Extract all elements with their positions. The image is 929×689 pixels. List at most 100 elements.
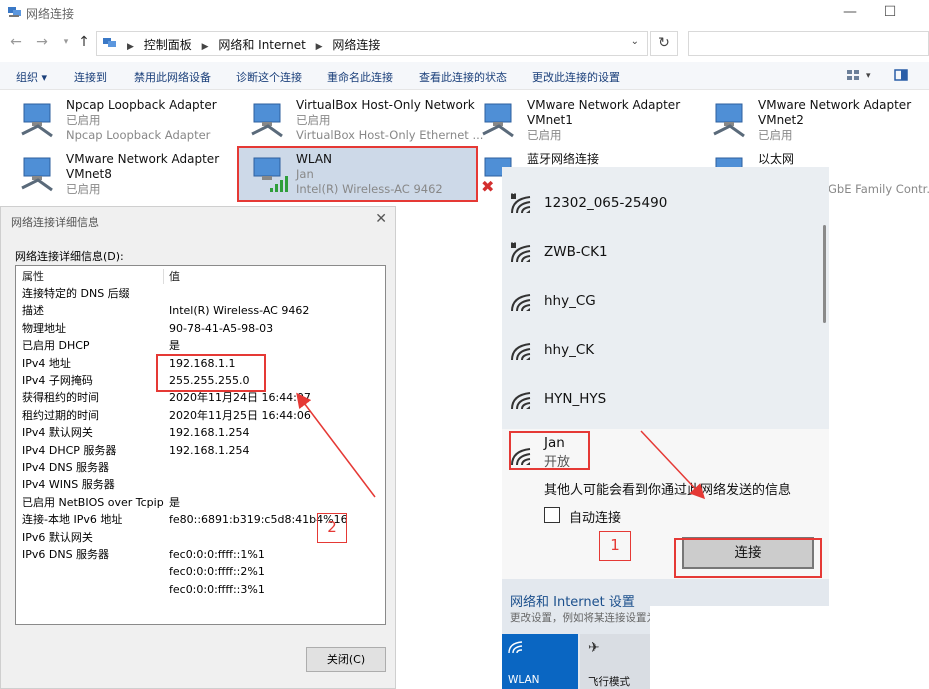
column-header-value[interactable]: 值 <box>169 268 180 285</box>
detail-property: 连接特定的 DNS 后缀 <box>22 287 130 300</box>
adapter-name: VMware Network Adapter <box>527 98 681 112</box>
network-adapter-icon <box>251 103 283 138</box>
change-settings-button[interactable]: 更改此连接的设置 <box>532 69 620 85</box>
close-icon[interactable]: ✕ <box>375 211 387 227</box>
detail-property: IPv4 DNS 服务器 <box>22 461 110 474</box>
address-bar[interactable]: ▶ 控制面板 ▶ 网络和 Internet ▶ 网络连接 ⌄ <box>96 31 648 56</box>
detail-value: fec0:0:0:ffff::1%1 <box>169 548 265 561</box>
adapter-device: 已启用 <box>527 128 562 142</box>
wifi-network-name: HYN_HYS <box>544 391 607 407</box>
detail-row[interactable]: 连接特定的 DNS 后缀 <box>16 285 385 302</box>
details-list-label: 网络连接详细信息(D): <box>15 250 124 263</box>
detail-property: IPv4 子网掩码 <box>22 374 93 387</box>
network-settings-link[interactable]: 网络和 Internet 设置 <box>510 591 635 610</box>
network-adapter-icon <box>482 103 514 138</box>
detail-value: fec0:0:0:ffff::2%1 <box>169 565 265 579</box>
list-header: 属性 值 <box>16 268 385 285</box>
wifi-network-item[interactable]: hhy_CK <box>502 326 829 375</box>
svg-text:✖: ✖ <box>481 177 494 194</box>
wifi-network-item[interactable]: hhy_CG <box>502 277 829 326</box>
column-header-property[interactable]: 属性 <box>22 268 44 285</box>
detail-row[interactable]: 已启用 NetBIOS over Tcpip 是 <box>16 494 385 511</box>
detail-value: 90-78-41-A5-98-03 <box>169 321 274 335</box>
adapter-device: 已启用 <box>758 128 793 142</box>
diagnose-button[interactable]: 诊断这个连接 <box>236 69 302 85</box>
ip-annotation-box <box>156 354 266 392</box>
airplane-mode-tile[interactable]: ✈ 飞行模式 <box>580 634 650 689</box>
details-list[interactable]: 属性 值 连接特定的 DNS 后缀 描述 Intel(R) Wireless-AC … <box>15 265 386 625</box>
detail-property: 描述 <box>22 304 44 318</box>
detail-row[interactable]: 已启用 DHCP 是 <box>16 337 385 354</box>
address-dropdown-icon[interactable]: ⌄ <box>631 36 639 47</box>
wifi-network-item[interactable]: HYN_HYS <box>502 375 829 424</box>
detail-row[interactable]: fec0:0:0:ffff::3%1 <box>16 581 385 598</box>
airplane-icon: ✈ <box>588 640 600 656</box>
adapter-name: VMware Network Adapter <box>758 98 912 112</box>
detail-property: IPv4 WINS 服务器 <box>22 478 115 492</box>
wifi-network-name: hhy_CG <box>544 293 596 309</box>
view-status-button[interactable]: 查看此连接的状态 <box>419 69 507 85</box>
wlan-tile-label: WLAN <box>508 674 540 686</box>
auto-connect-label[interactable]: 自动连接 <box>569 507 621 526</box>
adapter-status: VMnet8 <box>66 167 112 181</box>
wifi-signal-icon <box>511 343 531 361</box>
detail-property: IPv6 默认网关 <box>22 530 93 544</box>
detail-row[interactable]: IPv4 DHCP 服务器 192.168.1.254 <box>16 442 385 459</box>
detail-row[interactable]: 租约过期的时间 2020年11月25日 16:44:06 <box>16 407 385 424</box>
detail-value: 是 <box>169 339 180 353</box>
window-title: 网络连接 <box>26 7 75 21</box>
view-dropdown-icon[interactable]: ▾ <box>866 71 871 81</box>
detail-row[interactable]: IPv6 DNS 服务器 fec0:0:0:ffff::1%1 <box>16 546 385 563</box>
up-arrow-icon[interactable]: ↑ <box>76 34 92 50</box>
breadcrumb-network-connections[interactable]: 网络连接 <box>332 36 380 53</box>
dialog-title: 网络连接详细信息 <box>11 216 99 229</box>
wlan-quick-tile[interactable]: WLAN <box>502 634 578 689</box>
close-button[interactable]: 关闭(C) <box>306 647 386 672</box>
open-network-warning: 其他人可能会看到你通过此网络发送的信息 <box>544 483 792 498</box>
detail-row[interactable]: IPv4 默认网关 192.168.1.254 <box>16 424 385 441</box>
wifi-network-item[interactable]: ZWB-CK1 <box>502 228 829 277</box>
network-adapter-icon <box>21 157 53 192</box>
jan-annotation-box <box>509 431 590 470</box>
recent-dropdown-icon[interactable]: ▾ <box>58 34 74 50</box>
connect-to-button[interactable]: 连接到 <box>74 69 107 85</box>
detail-row[interactable]: IPv4 WINS 服务器 <box>16 476 385 493</box>
detail-row[interactable]: IPv4 DNS 服务器 <box>16 459 385 476</box>
adapter-name: 以太网 <box>758 152 795 166</box>
detail-value: Intel(R) Wireless-AC 9462 <box>169 304 310 318</box>
minimize-button[interactable]: — <box>830 2 870 22</box>
breadcrumb: ▶ 控制面板 ▶ 网络和 Internet ▶ 网络连接 <box>121 36 380 53</box>
annotation-number-1: 1 <box>599 531 631 561</box>
detail-property: 已启用 DHCP <box>22 339 90 353</box>
detail-property: 租约过期的时间 <box>22 408 99 422</box>
adapter-name: 蓝牙网络连接 <box>527 152 600 166</box>
back-arrow-icon[interactable]: ← <box>8 34 24 50</box>
detail-row[interactable]: 物理地址 90-78-41-A5-98-03 <box>16 320 385 337</box>
network-adapter-icon <box>21 103 53 138</box>
command-bar: 组织 ▾ 连接到 禁用此网络设备 诊断这个连接 重命名此连接 查看此连接的状态 … <box>0 62 929 90</box>
network-adapter-icon <box>713 103 745 138</box>
breadcrumb-separator-icon: ▶ <box>315 42 323 52</box>
rename-button[interactable]: 重命名此连接 <box>327 69 393 85</box>
flyout-scrollbar[interactable] <box>823 225 826 323</box>
preview-pane-icon[interactable] <box>894 68 908 82</box>
breadcrumb-control-panel[interactable]: 控制面板 <box>144 36 192 53</box>
organize-button[interactable]: 组织 ▾ <box>16 69 47 85</box>
detail-value: fec0:0:0:ffff::3%1 <box>169 582 265 596</box>
breadcrumb-separator-icon: ▶ <box>201 42 209 52</box>
background-patch <box>650 606 929 689</box>
detail-row[interactable]: 描述 Intel(R) Wireless-AC 9462 <box>16 302 385 319</box>
wifi-network-name: hhy_CK <box>544 342 595 358</box>
forward-arrow-icon[interactable]: → <box>34 34 50 50</box>
breadcrumb-network-internet[interactable]: 网络和 Internet <box>218 36 305 53</box>
maximize-button[interactable]: ☐ <box>870 2 910 22</box>
search-input[interactable] <box>688 31 929 56</box>
refresh-icon[interactable]: ↻ <box>650 31 678 56</box>
adapter-status: VMnet1 <box>527 113 573 127</box>
wifi-network-item[interactable]: 12302_065-25490 <box>502 179 829 228</box>
auto-connect-checkbox[interactable] <box>544 507 560 523</box>
detail-row[interactable]: fec0:0:0:ffff::2%1 <box>16 563 385 580</box>
view-options-icon[interactable] <box>846 68 860 82</box>
detail-property: 物理地址 <box>22 321 66 335</box>
disable-device-button[interactable]: 禁用此网络设备 <box>134 69 211 85</box>
